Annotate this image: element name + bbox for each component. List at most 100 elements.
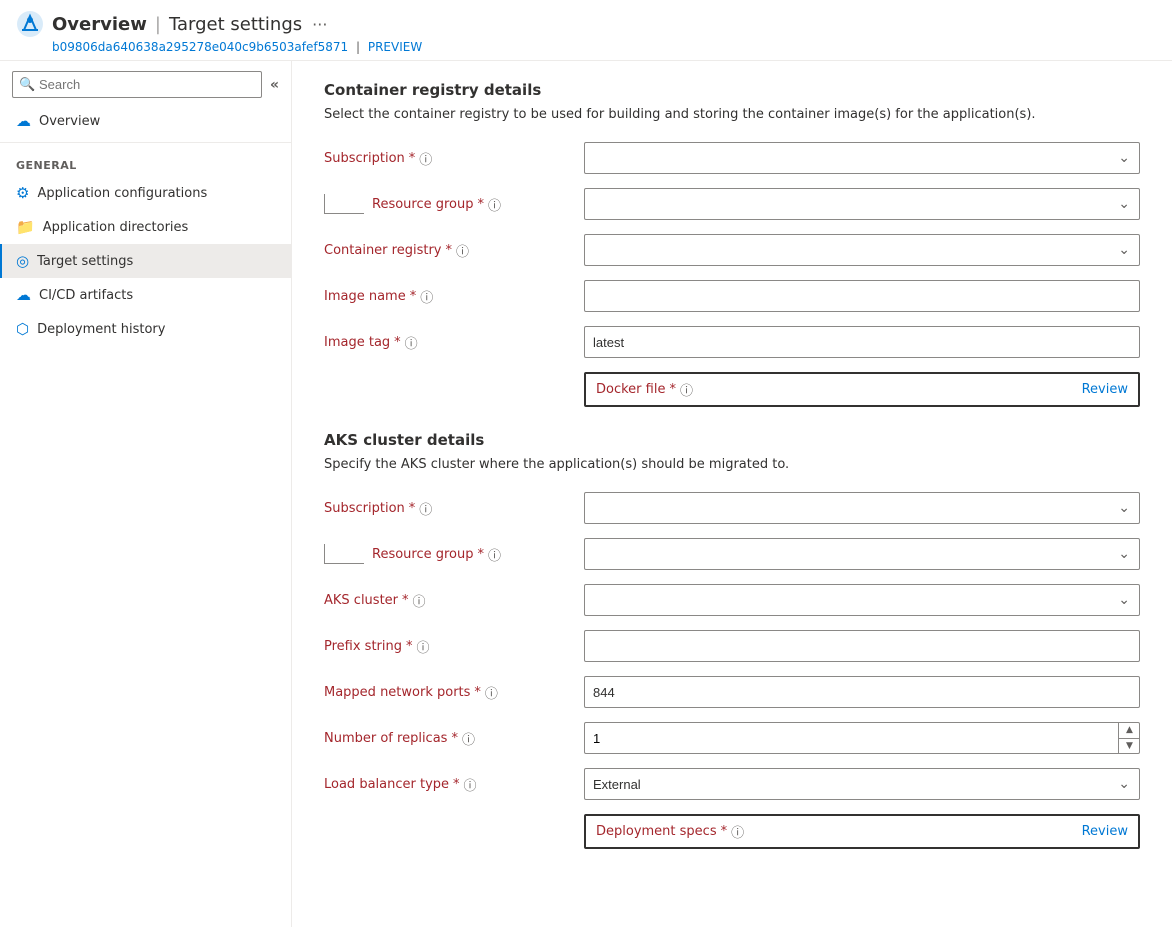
header-more-button[interactable]: ···: [312, 15, 327, 34]
subscription-cr-select[interactable]: [584, 142, 1140, 174]
mapped-ports-info[interactable]: ⓘ: [485, 683, 498, 702]
aks-cluster-label: AKS cluster * ⓘ: [324, 591, 584, 610]
container-registry-select[interactable]: [584, 234, 1140, 266]
docker-file-info[interactable]: ⓘ: [680, 380, 693, 399]
replicas-decrement[interactable]: ▼: [1119, 739, 1140, 755]
image-name-info[interactable]: ⓘ: [420, 287, 433, 306]
header-meta: b09806da640638a295278e040c9b6503afef5871…: [52, 40, 1156, 54]
resource-group-cr-group: Resource group * ⓘ: [324, 188, 1140, 220]
subscription-aks-control: [584, 492, 1140, 524]
aks-cluster-group: AKS cluster * ⓘ: [324, 584, 1140, 616]
image-tag-label: Image tag * ⓘ: [324, 333, 584, 352]
app-dirs-icon: 📁: [16, 218, 35, 236]
image-name-label: Image name * ⓘ: [324, 287, 584, 306]
search-input[interactable]: [12, 71, 262, 98]
sidebar-item-app-dirs[interactable]: 📁 Application directories: [0, 210, 291, 244]
header-top: Overview | Target settings ···: [16, 10, 1156, 38]
resource-group-aks-select[interactable]: [584, 538, 1140, 570]
collapse-icon[interactable]: «: [270, 77, 279, 93]
sidebar-item-deployment-history-label: Deployment history: [37, 322, 165, 337]
sidebar-item-cicd[interactable]: ☁ CI/CD artifacts: [0, 278, 291, 312]
prefix-string-label: Prefix string * ⓘ: [324, 637, 584, 656]
lb-type-control: External Internal: [584, 768, 1140, 800]
search-input-wrap: 🔍: [12, 71, 262, 98]
lb-type-group: Load balancer type * ⓘ External Internal: [324, 768, 1140, 800]
container-registry-group: Container registry * ⓘ: [324, 234, 1140, 266]
sidebar-item-app-configs[interactable]: ⚙ Application configurations: [0, 176, 291, 210]
lb-type-select[interactable]: External Internal: [584, 768, 1140, 800]
resource-group-cr-info[interactable]: ⓘ: [488, 195, 501, 214]
prefix-string-input[interactable]: [584, 630, 1140, 662]
image-tag-group: Image tag * ⓘ: [324, 326, 1140, 358]
resource-group-aks-info[interactable]: ⓘ: [488, 545, 501, 564]
subscription-aks-select[interactable]: [584, 492, 1140, 524]
image-tag-input[interactable]: [584, 326, 1140, 358]
mapped-ports-group: Mapped network ports * ⓘ: [324, 676, 1140, 708]
replicas-spinners: ▲ ▼: [1118, 722, 1140, 754]
search-row: 🔍 «: [12, 71, 279, 98]
container-registry-desc: Select the container registry to be used…: [324, 107, 1140, 122]
aks-cluster-control: [584, 584, 1140, 616]
sidebar-section-general: General: [0, 147, 291, 176]
search-icon: 🔍: [19, 77, 35, 92]
sidebar-item-app-dirs-label: Application directories: [43, 220, 189, 235]
container-registry-info[interactable]: ⓘ: [456, 241, 469, 260]
sidebar-item-target-settings[interactable]: ◎ Target settings: [0, 244, 291, 278]
prefix-string-group: Prefix string * ⓘ: [324, 630, 1140, 662]
resource-group-cr-control: [584, 188, 1140, 220]
resource-group-cr-label-wrap: Resource group * ⓘ: [324, 194, 584, 214]
subscription-cr-group: Subscription * ⓘ: [324, 142, 1140, 174]
container-registry-label: Container registry * ⓘ: [324, 241, 584, 260]
subscription-aks-label: Subscription * ⓘ: [324, 499, 584, 518]
num-replicas-input[interactable]: [584, 722, 1140, 754]
subscription-cr-info[interactable]: ⓘ: [419, 149, 432, 168]
sidebar-divider: [0, 142, 291, 143]
replicas-increment[interactable]: ▲: [1119, 722, 1140, 739]
aks-cluster-desc: Specify the AKS cluster where the applic…: [324, 457, 1140, 472]
header-separator: |: [155, 14, 161, 35]
deployment-specs-info[interactable]: ⓘ: [731, 822, 744, 841]
resource-group-cr-select[interactable]: [584, 188, 1140, 220]
sidebar: 🔍 « ☁ Overview General ⚙ Application con…: [0, 61, 292, 927]
azure-logo-icon: [16, 10, 44, 38]
container-registry-title: Container registry details: [324, 81, 1140, 99]
lb-type-label: Load balancer type * ⓘ: [324, 775, 584, 794]
aks-cluster-title: AKS cluster details: [324, 431, 1140, 449]
resource-group-aks-group: Resource group * ⓘ: [324, 538, 1140, 570]
mapped-ports-input[interactable]: [584, 676, 1140, 708]
docker-file-group: Docker file * ⓘ Review: [324, 372, 1140, 407]
deployment-specs-review-link[interactable]: Review: [1082, 824, 1128, 839]
num-replicas-label: Number of replicas * ⓘ: [324, 729, 584, 748]
deployment-specs-group: Deployment specs * ⓘ Review: [324, 814, 1140, 849]
image-name-group: Image name * ⓘ: [324, 280, 1140, 312]
container-registry-control: [584, 234, 1140, 266]
header-meta-id: b09806da640638a295278e040c9b6503afef5871: [52, 40, 348, 54]
aks-cluster-info[interactable]: ⓘ: [413, 591, 426, 610]
subscription-aks-info[interactable]: ⓘ: [419, 499, 432, 518]
prefix-string-info[interactable]: ⓘ: [417, 637, 430, 656]
main-content: Container registry details Select the co…: [292, 61, 1172, 927]
num-replicas-info[interactable]: ⓘ: [462, 729, 475, 748]
num-replicas-group: Number of replicas * ⓘ ▲ ▼: [324, 722, 1140, 754]
resource-group-cr-label: Resource group * ⓘ: [372, 195, 501, 214]
resource-group-aks-label: Resource group * ⓘ: [372, 545, 501, 564]
sidebar-item-overview[interactable]: ☁ Overview: [0, 104, 291, 138]
docker-file-label: Docker file * ⓘ: [596, 380, 693, 399]
sidebar-item-cicd-label: CI/CD artifacts: [39, 288, 133, 303]
image-name-input[interactable]: [584, 280, 1140, 312]
subscription-cr-label: Subscription * ⓘ: [324, 149, 584, 168]
sidebar-item-overview-label: Overview: [39, 114, 100, 129]
aks-cluster-select[interactable]: [584, 584, 1140, 616]
deployment-specs-field: Deployment specs * ⓘ Review: [584, 814, 1140, 849]
deployment-history-icon: ⬡: [16, 320, 29, 338]
image-tag-info[interactable]: ⓘ: [405, 333, 418, 352]
overview-icon: ☁: [16, 112, 31, 130]
docker-file-review-link[interactable]: Review: [1082, 382, 1128, 397]
num-replicas-control: ▲ ▼: [584, 722, 1140, 754]
mapped-ports-label: Mapped network ports * ⓘ: [324, 683, 584, 702]
sidebar-item-app-configs-label: Application configurations: [37, 186, 207, 201]
sidebar-item-target-settings-label: Target settings: [37, 254, 133, 269]
sidebar-item-deployment-history[interactable]: ⬡ Deployment history: [0, 312, 291, 346]
lb-type-info[interactable]: ⓘ: [464, 775, 477, 794]
header-subtitle: Target settings: [169, 14, 302, 35]
